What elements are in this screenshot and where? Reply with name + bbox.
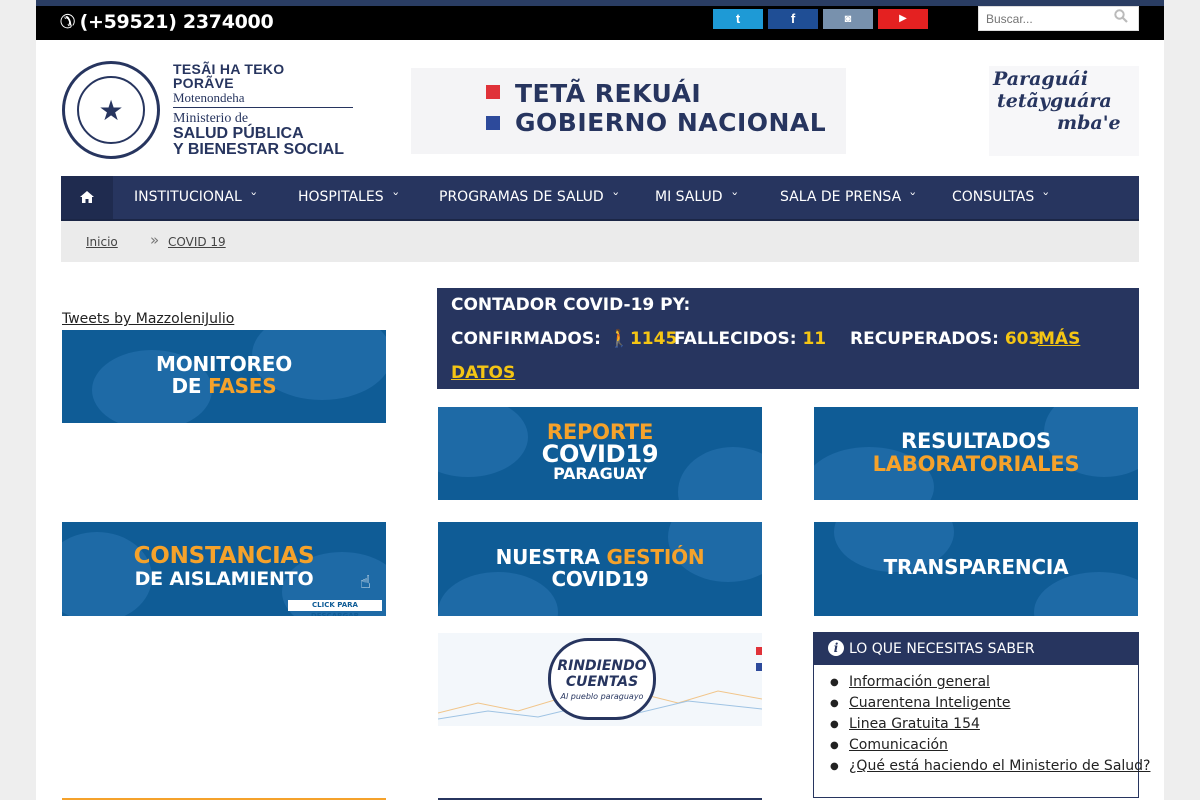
breadcrumb-current[interactable]: COVID 19 xyxy=(168,235,226,249)
nav-item-institucional[interactable]: INSTITUCIONAL ˅ xyxy=(134,176,258,219)
phone-number: ✆ (+59521) 2374000 xyxy=(60,11,274,33)
nav-item-sala-de-prensa[interactable]: SALA DE PRENSA ˅ xyxy=(780,176,917,219)
search-icon[interactable] xyxy=(1114,9,1128,28)
chevron-down-icon: ˅ xyxy=(391,191,400,204)
list-item: ● Información general xyxy=(830,674,990,690)
chevron-down-icon: ˅ xyxy=(249,191,258,204)
national-seal: ★ xyxy=(62,61,160,159)
twitter-icon[interactable]: t xyxy=(713,9,763,29)
page: ✆(+59521) 2374000 t f ◙ ▶ ★ TESÃI HA TEK… xyxy=(36,0,1164,800)
main-nav: INSTITUCIONAL ˅ HOSPITALES ˅ PROGRAMAS DE … xyxy=(61,176,1139,221)
info-link[interactable]: ¿Qué está haciendo el Ministerio de Salu… xyxy=(849,758,1150,774)
info-link[interactable]: Comunicación xyxy=(849,737,948,753)
nav-item-hospitales[interactable]: HOSPITALES ˅ xyxy=(298,176,400,219)
red-square xyxy=(486,85,500,99)
info-list: ● Información general ● Cuarentena Intelig… xyxy=(814,665,1151,777)
list-item: ● Comunicación xyxy=(830,737,948,753)
mas-datos-link[interactable]: MÁS xyxy=(1038,329,1080,349)
ministry-name: TESÃI HA TEKO PORÃVE Motenondeha Ministe… xyxy=(173,62,353,158)
star-icon: ★ xyxy=(98,95,124,126)
chevron-down-icon: ˅ xyxy=(1042,191,1050,204)
nav-item-programas-de-salud[interactable]: PROGRAMAS DE SALUD ˅ xyxy=(439,176,620,219)
banner-constancias-de-aislamiento[interactable]: CONSTANCIAS DE AISLAMIENTO ☝ CLICK PARA … xyxy=(62,522,386,616)
facebook-icon[interactable]: f xyxy=(768,9,818,29)
banner-reporte-covid19-paraguay[interactable]: REPORTE COVID19 PARAGUAY xyxy=(438,407,762,500)
person-icon: 🚶 xyxy=(608,329,630,349)
banner-rindiendo-cuentas[interactable]: RINDIENDO CUENTAS Al pueblo paraguayo xyxy=(438,633,762,726)
confirmed-count: 1145 xyxy=(629,329,678,349)
pointer-hand-icon: ☝ xyxy=(360,572,371,593)
breadcrumb-home-link[interactable]: Inicio xyxy=(86,235,118,249)
deaths-count: 11 xyxy=(802,329,827,349)
chevron-down-icon: ˅ xyxy=(909,191,917,204)
info-icon: i xyxy=(828,640,844,656)
phone-icon: ✆ xyxy=(60,11,76,33)
breadcrumb-separator-icon: » xyxy=(150,231,160,249)
list-item: ● Linea Gratuita 154 xyxy=(830,716,980,732)
top-bar: ✆ (+59521) 2374000 t f ◙ ▶ xyxy=(36,0,1164,40)
breadcrumb: Inicio » COVID 19 xyxy=(61,221,1139,262)
nav-item-mi-salud[interactable]: MI SALUD ˅ xyxy=(655,176,739,219)
info-link[interactable]: Información general xyxy=(849,674,990,690)
covid-counter: CONTADOR COVID-19 PY: CONFIRMADOS: 🚶1145… xyxy=(437,288,1139,389)
home-icon[interactable] xyxy=(61,176,113,219)
blue-square xyxy=(486,116,500,130)
gobierno-nacional-logo: TETÃ REKUÁI GOBIERNO NACIONAL xyxy=(411,68,846,154)
list-item: ● Cuarentena Inteligente xyxy=(830,695,1011,711)
info-link[interactable]: Linea Gratuita 154 xyxy=(849,716,980,732)
banner-monitoreo-de-fases[interactable]: MONITOREO DE FASES xyxy=(62,330,386,423)
list-item: ● ¿Qué está haciendo el Ministerio de Sal… xyxy=(830,758,1151,774)
tweets-link[interactable]: Tweets by MazzoleniJulio xyxy=(62,311,234,327)
info-box: i LO QUE NECESITAS SABER ● Información gen… xyxy=(813,632,1151,798)
search-box xyxy=(978,6,1139,31)
banner-transparencia[interactable]: TRANSPARENCIA xyxy=(814,522,1138,616)
rindiendo-cuentas-badge: RINDIENDO CUENTAS Al pueblo paraguayo xyxy=(548,638,656,720)
search-input[interactable] xyxy=(979,7,1109,30)
recovered-count: 603 xyxy=(1004,329,1041,349)
mas-datos-link-continued[interactable]: DATOS xyxy=(451,363,515,383)
banner-nuestra-gestion-covid19[interactable]: NUESTRA GESTIÓN COVID19 xyxy=(438,522,762,616)
chevron-down-icon: ˅ xyxy=(730,191,739,204)
youtube-icon[interactable]: ▶ xyxy=(878,9,928,29)
chevron-down-icon: ˅ xyxy=(611,191,620,204)
nav-item-consultas[interactable]: CONSULTAS ˅ xyxy=(952,176,1050,219)
info-link[interactable]: Cuarentena Inteligente xyxy=(849,695,1011,711)
banner-resultados-laboratoriales[interactable]: RESULTADOS LABORATORIALES xyxy=(814,407,1138,500)
divider xyxy=(173,107,353,108)
instagram-icon[interactable]: ◙ xyxy=(823,9,873,29)
slogan-logo: Paraguái tetãyguára mba'e xyxy=(989,66,1139,156)
ministry-logo[interactable]: ★ TESÃI HA TEKO PORÃVE Motenondeha Minis… xyxy=(61,60,359,162)
